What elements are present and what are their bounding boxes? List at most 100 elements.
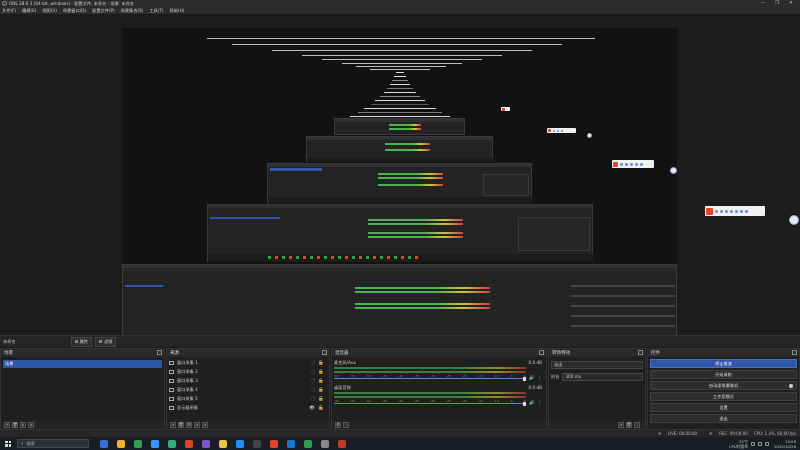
preview-area[interactable]: [0, 14, 800, 346]
visibility-icon[interactable]: ◌: [311, 388, 315, 393]
taskbar-app-icon[interactable]: [252, 439, 261, 448]
taskbar-app-icon[interactable]: [303, 439, 312, 448]
source-down-button[interactable]: ∨: [202, 421, 208, 428]
mixer-menu-button[interactable]: ⋮: [343, 421, 349, 428]
floating-circle-button-large[interactable]: [789, 215, 799, 225]
menu-docks[interactable]: 停靠窗口(D): [63, 8, 86, 14]
source-properties-button[interactable]: ⚙: [186, 421, 192, 428]
source-item[interactable]: 窗口采集 2 ◌ 🔓: [169, 368, 327, 376]
source-item[interactable]: 显示器采集 👁 🔓: [169, 404, 327, 412]
minimize-button[interactable]: —: [756, 0, 770, 7]
taskbar-app-icon[interactable]: [201, 439, 210, 448]
remove-scene-button[interactable]: 🗑: [12, 421, 18, 428]
taskbar-app-icon[interactable]: [99, 439, 108, 448]
gear-icon[interactable]: ⋮: [538, 401, 543, 406]
undock-icon[interactable]: [157, 350, 162, 355]
taskbar-search[interactable]: ⌕ 搜索: [17, 439, 89, 448]
volume-icon[interactable]: [758, 441, 763, 446]
lock-icon[interactable]: 🔓: [318, 370, 324, 375]
start-recording-button[interactable]: 开始录制: [650, 370, 797, 379]
undock-icon[interactable]: [638, 350, 643, 355]
menu-view[interactable]: 视图(V): [42, 8, 57, 14]
duration-input[interactable]: 300 ms: [562, 372, 643, 381]
volume-slider[interactable]: [334, 403, 526, 404]
taskbar-app-icon[interactable]: [320, 439, 329, 448]
volume-slider-handle[interactable]: [523, 376, 526, 381]
properties-button[interactable]: 属性: [70, 336, 92, 347]
volume-slider-handle[interactable]: [523, 401, 526, 406]
windows-start-icon[interactable]: [5, 440, 11, 447]
undock-icon[interactable]: [322, 350, 327, 355]
visibility-icon[interactable]: ◌: [311, 379, 315, 384]
scene-up-button[interactable]: ∧: [20, 421, 26, 428]
add-transition-button[interactable]: +: [618, 421, 624, 428]
filters-button[interactable]: 滤镜: [94, 336, 117, 347]
visibility-icon[interactable]: ◌: [311, 361, 315, 366]
taskbar-app-icon[interactable]: [167, 439, 176, 448]
visibility-icon[interactable]: ◌: [311, 397, 315, 402]
add-scene-button[interactable]: +: [4, 421, 10, 428]
nested-obs-window-4: [306, 136, 494, 162]
exit-button[interactable]: 退出: [650, 414, 797, 423]
volume-slider[interactable]: [334, 378, 526, 379]
undock-icon[interactable]: [792, 350, 797, 355]
floating-toolbar-medium[interactable]: [547, 128, 576, 133]
close-button[interactable]: ✕: [784, 0, 798, 7]
transition-select[interactable]: 淡出: [551, 360, 643, 369]
source-item[interactable]: 窗口采集 3 ◌ 🔓: [169, 377, 327, 385]
undock-icon[interactable]: [539, 350, 544, 355]
scene-item[interactable]: 场景: [3, 360, 162, 368]
lock-icon[interactable]: 🔓: [318, 361, 324, 366]
source-item[interactable]: 窗口采集 4 ◌ 🔓: [169, 386, 327, 394]
preview-canvas[interactable]: [122, 28, 677, 346]
source-item[interactable]: 窗口采集 1 ◌ 🔓: [169, 359, 327, 367]
taskbar-app-icon[interactable]: [150, 439, 159, 448]
taskbar-app-icon[interactable]: [235, 439, 244, 448]
floating-toolbar-xlarge[interactable]: [705, 206, 765, 216]
clock[interactable]: 10:09 2022/10/28: [774, 439, 796, 449]
remove-transition-button[interactable]: 🗑: [626, 421, 632, 428]
speaker-icon[interactable]: 🔊: [529, 401, 535, 406]
lock-icon[interactable]: 🔓: [318, 388, 324, 393]
scene-down-button[interactable]: ∨: [28, 421, 34, 428]
taskbar-app-icon[interactable]: [286, 439, 295, 448]
source-item[interactable]: 窗口采集 5 ◌ 🔓: [169, 395, 327, 403]
taskbar-app-icon[interactable]: [269, 439, 278, 448]
menu-tools[interactable]: 工具(T): [149, 8, 163, 14]
ime-icon[interactable]: [765, 441, 770, 446]
remove-source-button[interactable]: 🗑: [178, 421, 184, 428]
menu-file[interactable]: 文件(F): [2, 8, 16, 14]
network-icon[interactable]: [751, 441, 756, 446]
taskbar-app-icon[interactable]: [218, 439, 227, 448]
settings-button[interactable]: 设置: [650, 403, 797, 412]
floating-circle-button-medium[interactable]: [670, 167, 677, 174]
studio-mode-button[interactable]: 工作室模式: [650, 392, 797, 401]
floating-toolbar-small[interactable]: [501, 107, 510, 111]
advanced-audio-button[interactable]: ⚙: [335, 421, 341, 428]
transition-menu-button[interactable]: ⋮: [634, 421, 640, 428]
stop-streaming-button[interactable]: 停止推流: [650, 359, 797, 368]
maximize-button[interactable]: ❐: [770, 0, 784, 7]
menu-edit[interactable]: 编辑(E): [22, 8, 36, 14]
weather-widget[interactable]: 22℃ CPU利用率: [729, 439, 748, 449]
taskbar-app-icon[interactable]: [133, 439, 142, 448]
start-virtual-camera-button[interactable]: 启动虚拟摄像机: [650, 381, 797, 390]
visibility-icon[interactable]: 👁: [309, 406, 315, 411]
lock-icon[interactable]: 🔓: [318, 379, 324, 384]
visibility-icon[interactable]: ◌: [311, 370, 315, 375]
lock-icon[interactable]: 🔓: [318, 406, 324, 411]
floating-toolbar-large[interactable]: [612, 160, 654, 168]
menu-help[interactable]: 帮助(H): [170, 8, 185, 14]
menu-scene-collection[interactable]: 场景集合(S): [121, 8, 144, 14]
gear-icon[interactable]: ⋮: [538, 376, 543, 381]
taskbar-app-icon[interactable]: [337, 439, 346, 448]
taskbar-app-icon[interactable]: [116, 439, 125, 448]
lock-icon[interactable]: 🔓: [318, 397, 324, 402]
menu-profile[interactable]: 配置文件(P): [92, 8, 115, 14]
source-up-button[interactable]: ∧: [194, 421, 200, 428]
add-source-button[interactable]: +: [170, 421, 176, 428]
taskbar-app-icon[interactable]: [184, 439, 193, 448]
gear-icon[interactable]: [789, 384, 793, 388]
floating-circle-button-small[interactable]: [587, 133, 592, 138]
speaker-icon[interactable]: 🔊: [529, 376, 535, 381]
